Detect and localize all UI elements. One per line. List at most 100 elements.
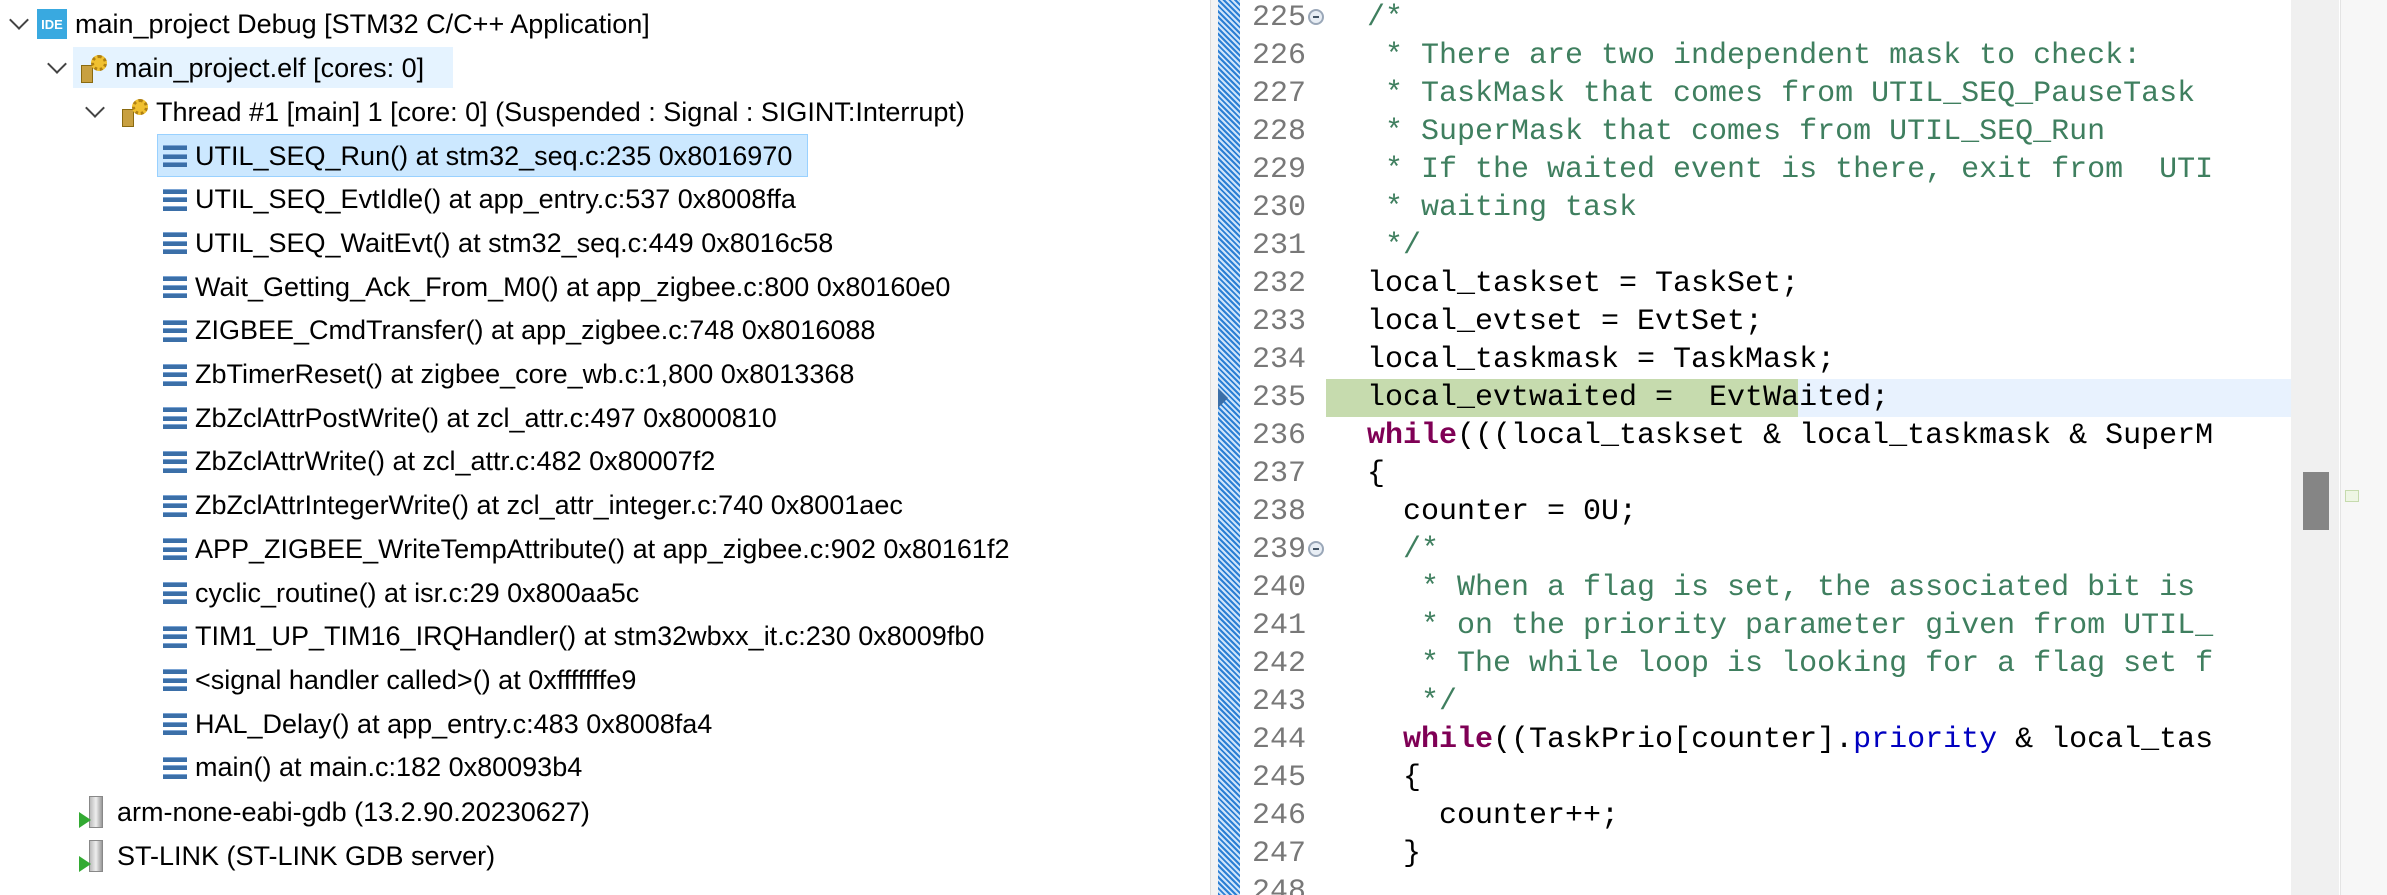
tree-item-gdb-server[interactable]: ST-LINK (ST-LINK GDB server) [79, 835, 495, 877]
fold-collapse-icon[interactable] [1308, 9, 1324, 25]
code-line[interactable]: * on the priority parameter given from U… [1367, 607, 2291, 645]
comment-token: */ [1367, 685, 1458, 719]
line-number: 238 [1251, 495, 1306, 529]
code-token: local_evtset = EvtSet; [1367, 305, 1764, 339]
code-line[interactable]: while((TaskPrio[counter].priority & loca… [1367, 721, 2291, 759]
code-line[interactable]: */ [1367, 683, 2291, 721]
code-line[interactable]: counter++; [1367, 797, 2291, 835]
code-line[interactable]: * TaskMask that comes from UTIL_SEQ_Paus… [1367, 75, 2291, 113]
process-icon [79, 53, 109, 83]
stack-frame-icon [163, 276, 187, 299]
gdb-process-icon [79, 796, 109, 828]
code-line[interactable]: local_taskset = TaskSet; [1367, 265, 2291, 303]
code-line[interactable]: /* [1367, 0, 2291, 37]
comment-token: /* [1367, 533, 1440, 567]
code-line[interactable] [1367, 873, 2291, 895]
stack-frame-label: UTIL_SEQ_WaitEvt() at stm32_seq.c:449 0x… [195, 227, 834, 258]
stack-frame-icon [163, 494, 187, 517]
stack-frame[interactable]: ZIGBEE_CmdTransfer() at app_zigbee.c:748… [163, 310, 875, 352]
stack-frame-label: UTIL_SEQ_Run() at stm32_seq.c:235 0x8016… [195, 140, 793, 171]
line-number: 246 [1251, 799, 1306, 833]
stack-frame-icon [163, 319, 187, 342]
stack-frame[interactable]: APP_ZIGBEE_WriteTempAttribute() at app_z… [163, 528, 1009, 570]
line-number: 227 [1251, 77, 1306, 111]
stack-frame[interactable]: TIM1_UP_TIM16_IRQHandler() at stm32wbxx_… [163, 616, 984, 658]
gdb-label: arm-none-eabi-gdb (13.2.90.20230627) [117, 796, 590, 827]
view-sash[interactable] [1210, 0, 1218, 895]
stack-frame[interactable]: HAL_Delay() at app_entry.c:483 0x8008fa4 [163, 703, 712, 745]
stack-frame[interactable]: ZbZclAttrIntegerWrite() at zcl_attr_inte… [163, 485, 903, 527]
stack-frame-label: ZIGBEE_CmdTransfer() at app_zigbee.c:748… [195, 315, 876, 346]
code-line[interactable]: * There are two independent mask to chec… [1367, 37, 2291, 75]
overview-ruler[interactable] [2340, 0, 2387, 895]
stack-frame[interactable]: main() at main.c:182 0x80093b4 [163, 747, 582, 789]
scrollbar-thumb[interactable] [2303, 472, 2329, 530]
comment-token: * If the waited event is there, exit fro… [1367, 153, 2214, 187]
stack-frame[interactable]: UTIL_SEQ_WaitEvt() at stm32_seq.c:449 0x… [163, 222, 833, 264]
stack-frame[interactable]: cyclic_routine() at isr.c:29 0x800aa5c [163, 572, 639, 614]
stack-frame[interactable]: ZbZclAttrWrite() at zcl_attr.c:482 0x800… [163, 441, 715, 483]
chevron-down-icon[interactable] [47, 54, 67, 74]
stack-frame[interactable]: ZbZclAttrPostWrite() at zcl_attr.c:497 0… [163, 397, 777, 439]
stack-frame-label: ZbZclAttrPostWrite() at zcl_attr.c:497 0… [195, 402, 777, 433]
line-number: 231 [1251, 229, 1306, 263]
code-line[interactable]: */ [1367, 227, 2291, 265]
code-token: ((TaskPrio[counter]. [1493, 723, 1854, 757]
code-line[interactable]: /* [1367, 531, 2291, 569]
instruction-pointer-arrow-icon [1218, 388, 1228, 408]
stack-frame-icon [163, 407, 187, 430]
code-line[interactable]: local_taskmask = TaskMask; [1367, 341, 2291, 379]
code-line[interactable]: local_evtwaited = EvtWaited; [1367, 379, 2291, 417]
code-token: counter++; [1367, 799, 1620, 833]
keyword-token: while [1367, 419, 1458, 453]
field-token: priority [1853, 723, 1998, 757]
debug-view: IDE main_project Debug [STM32 C/C++ Appl… [0, 0, 1210, 895]
stack-frame-label: <signal handler called>() at 0xfffffffe9 [195, 664, 637, 695]
stack-frame[interactable]: UTIL_SEQ_Run() at stm32_seq.c:235 0x8016… [163, 135, 792, 177]
stack-frame[interactable]: Wait_Getting_Ack_From_M0() at app_zigbee… [163, 266, 950, 308]
line-number: 241 [1251, 609, 1306, 643]
code-line[interactable]: counter = 0U; [1367, 493, 2291, 531]
comment-token: * waiting task [1367, 191, 1638, 225]
overview-ruler-marker[interactable] [2345, 490, 2359, 502]
chevron-down-icon[interactable] [85, 98, 105, 118]
stack-frame-icon [163, 713, 187, 736]
code-line[interactable]: * waiting task [1367, 189, 2291, 227]
code-line[interactable]: * When a flag is set, the associated bit… [1367, 569, 2291, 607]
line-number: 240 [1251, 571, 1306, 605]
line-number: 243 [1251, 685, 1306, 719]
code-line[interactable]: { [1367, 455, 2291, 493]
gdb-server-icon [79, 840, 109, 872]
stack-frame-label: TIM1_UP_TIM16_IRQHandler() at stm32wbxx_… [195, 621, 985, 652]
stack-frame-label: ZbZclAttrIntegerWrite() at zcl_attr_inte… [195, 490, 903, 521]
stack-frame-icon [163, 538, 187, 561]
line-number: 228 [1251, 115, 1306, 149]
code-line[interactable]: * SuperMask that comes from UTIL_SEQ_Run [1367, 113, 2291, 151]
code-token: { [1367, 457, 1386, 491]
comment-token: * The while loop is looking for a flag s… [1367, 647, 2214, 681]
code-token: (((local_taskset & local_taskmask & Supe… [1457, 419, 2214, 453]
code-line[interactable]: local_evtset = EvtSet; [1367, 303, 2291, 341]
stack-frame[interactable]: <signal handler called>() at 0xfffffffe9 [163, 659, 636, 701]
vertical-scrollbar[interactable] [2291, 0, 2339, 895]
chevron-down-icon[interactable] [9, 10, 29, 30]
stack-frame[interactable]: UTIL_SEQ_EvtIdle() at app_entry.c:537 0x… [163, 179, 796, 221]
fold-collapse-icon[interactable] [1308, 541, 1324, 557]
stack-frame-icon [163, 625, 187, 648]
stack-frame-label: main() at main.c:182 0x80093b4 [195, 752, 583, 783]
code-line[interactable]: { [1367, 759, 2291, 797]
comment-token: /* [1367, 1, 1404, 35]
tree-item-gdb[interactable]: arm-none-eabi-gdb (13.2.90.20230627) [79, 791, 590, 833]
stack-frame[interactable]: ZbTimerReset() at zigbee_core_wb.c:1,800… [163, 354, 854, 396]
process-label: main_project.elf [cores: 0] [115, 52, 425, 83]
code-token: counter = 0U; [1367, 495, 1638, 529]
code-line[interactable]: while(((local_taskset & local_taskmask &… [1367, 417, 2291, 455]
thread-icon [120, 97, 150, 127]
code-line[interactable]: * The while loop is looking for a flag s… [1367, 645, 2291, 683]
thread-label: Thread #1 [main] 1 [core: 0] (Suspended … [156, 96, 965, 127]
line-number: 242 [1251, 647, 1306, 681]
line-number: 239 [1251, 533, 1306, 567]
code-editor[interactable]: 225 /* 226 * There are two independent mas… [1218, 0, 2387, 895]
code-line[interactable]: } [1367, 835, 2291, 873]
code-line[interactable]: * If the waited event is there, exit fro… [1367, 151, 2291, 189]
